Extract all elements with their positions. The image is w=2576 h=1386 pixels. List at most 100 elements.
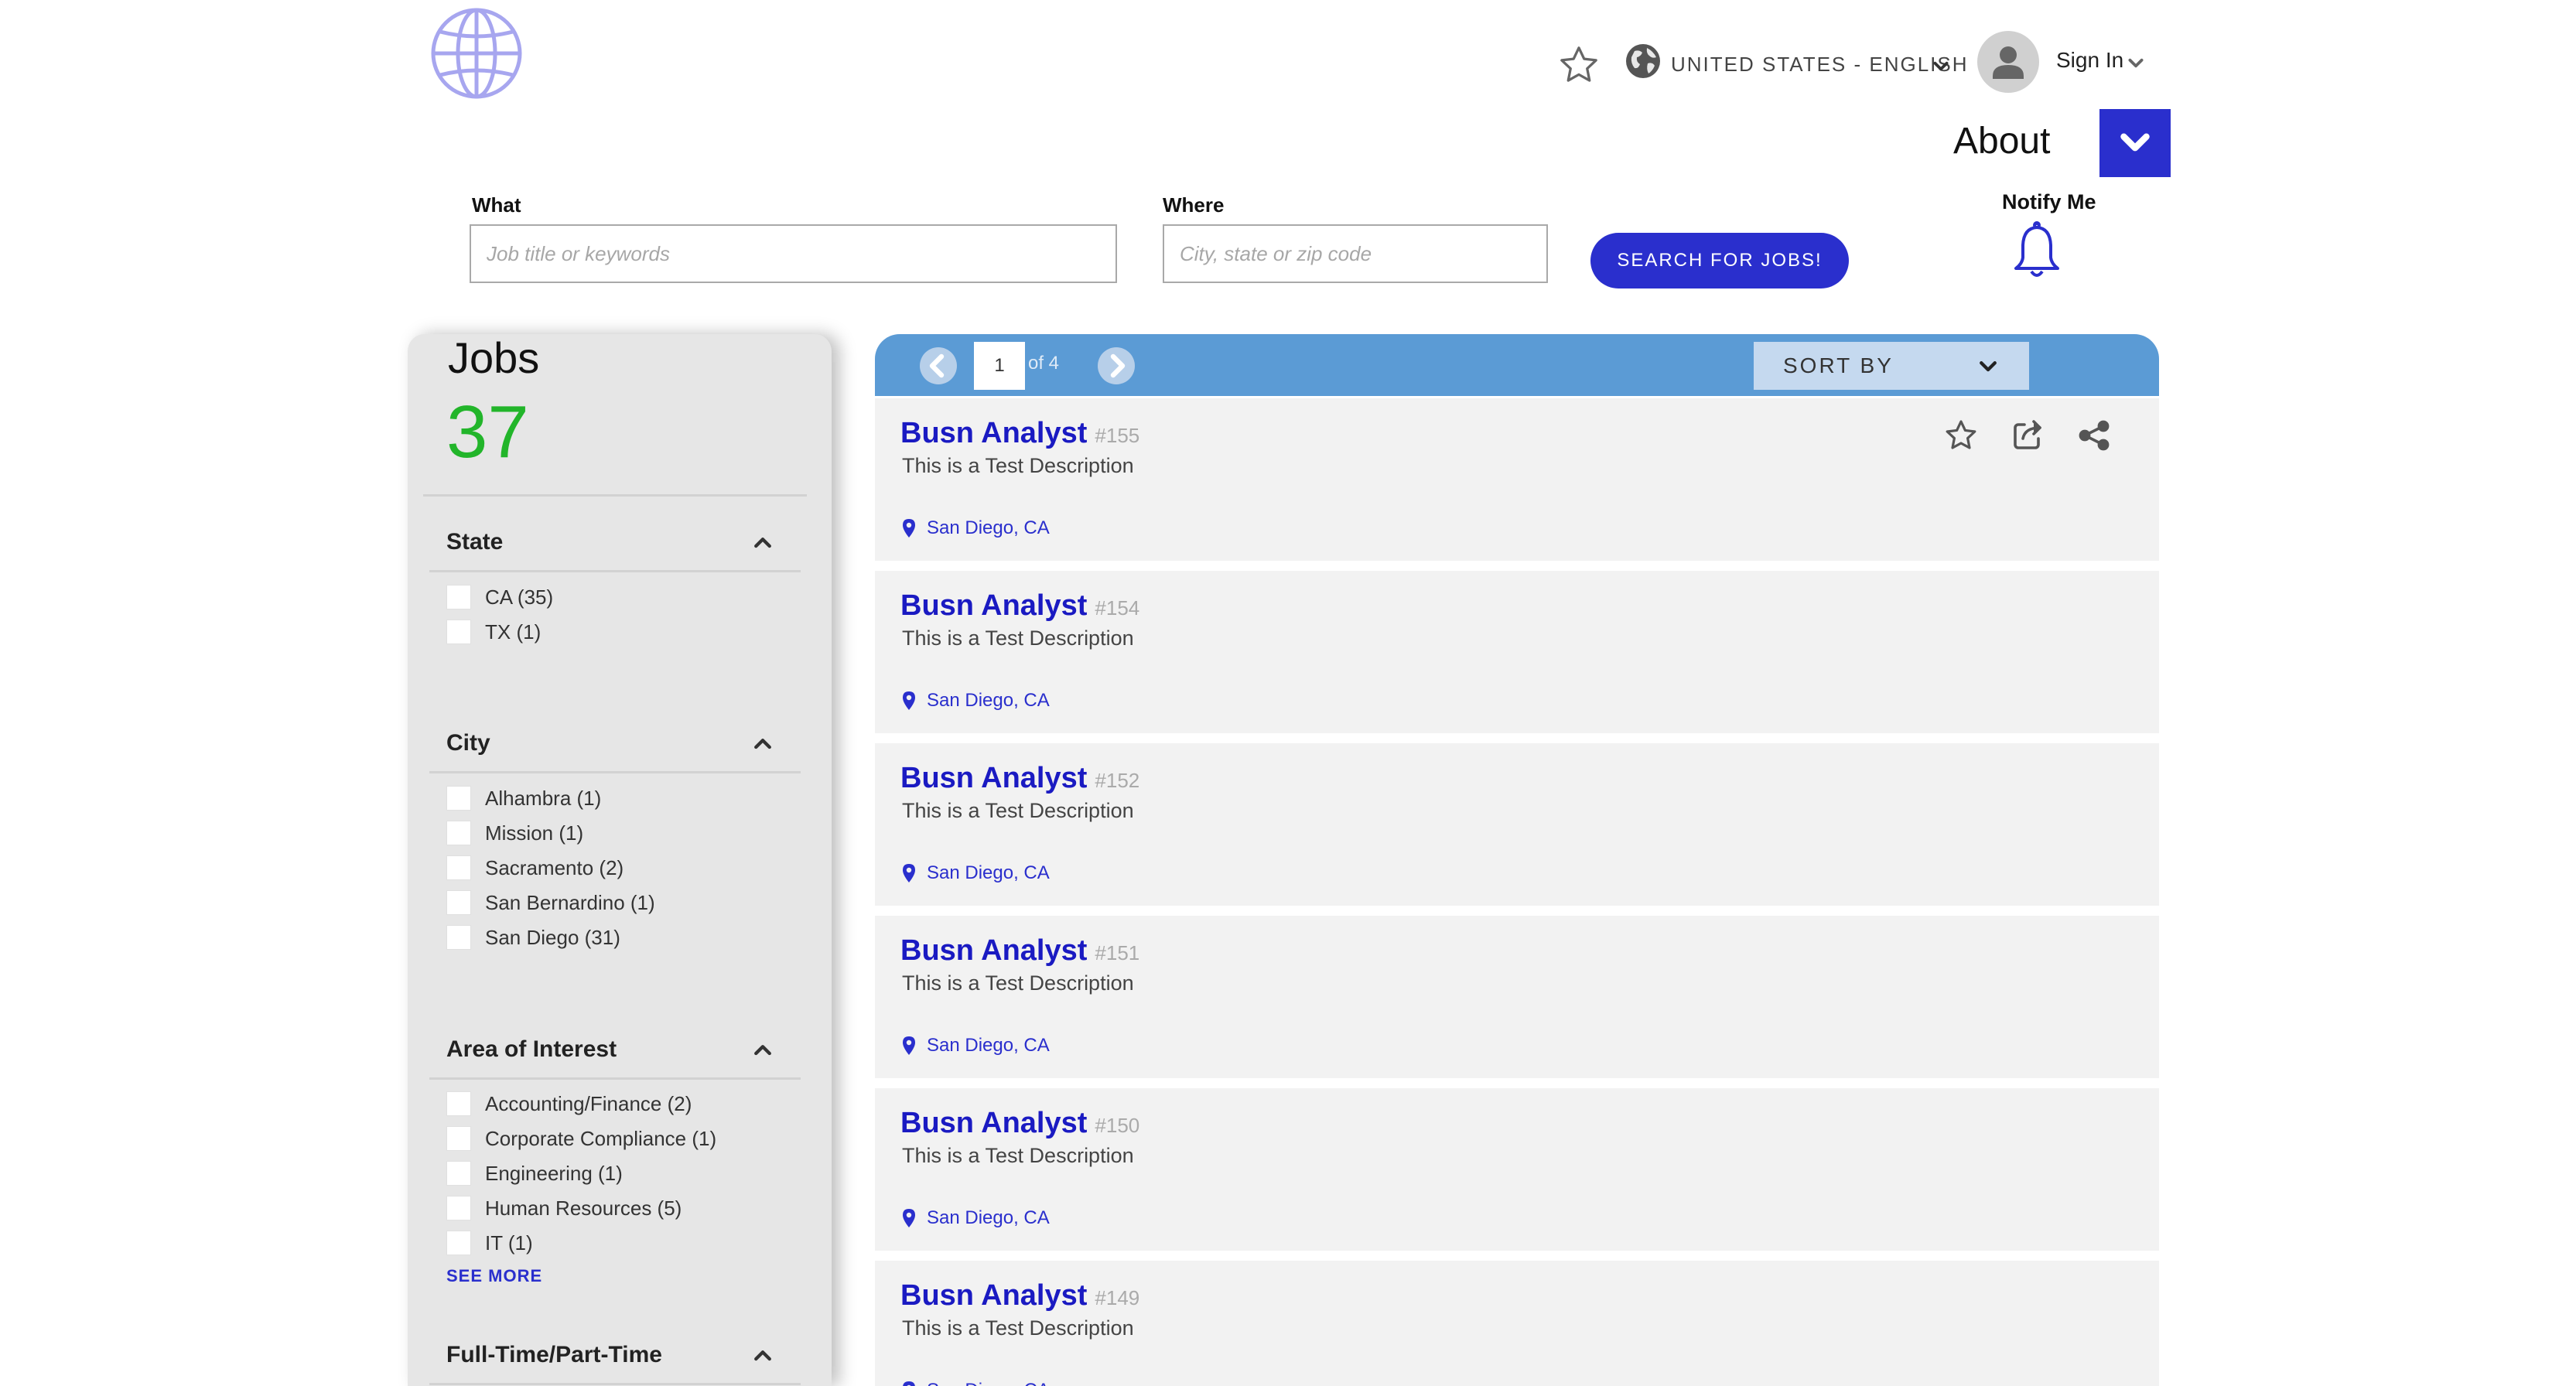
chevron-down-icon: [2116, 124, 2154, 162]
filter-option[interactable]: Human Resources (5): [446, 1193, 682, 1224]
job-title-link[interactable]: Busn Analyst #155: [900, 417, 1139, 450]
job-title-link[interactable]: Busn Analyst #152: [900, 762, 1139, 795]
job-location: San Diego, CA: [902, 1380, 1050, 1386]
job-card[interactable]: Busn Analyst #152 This is a Test Descript…: [875, 743, 2159, 906]
filter-option[interactable]: Sacramento (2): [446, 852, 624, 883]
divider: [429, 1077, 801, 1080]
map-pin-icon: [903, 519, 915, 538]
job-location: San Diego, CA: [902, 862, 1050, 884]
divider: [429, 570, 801, 572]
job-title-link[interactable]: Busn Analyst #149: [900, 1279, 1139, 1313]
job-description: This is a Test Description: [902, 1316, 1134, 1340]
filter-option[interactable]: Alhambra (1): [446, 783, 601, 814]
checkbox[interactable]: [446, 821, 471, 845]
chevron-up-icon[interactable]: [751, 1343, 774, 1367]
where-label: Where: [1163, 193, 1225, 217]
locale-selector[interactable]: UNITED STATES - ENGLISH: [1671, 53, 1969, 77]
map-pin-icon: [903, 1036, 915, 1055]
see-more-link[interactable]: SEE MORE: [446, 1266, 542, 1286]
bell-icon[interactable]: [2010, 220, 2064, 281]
sign-in-link[interactable]: Sign In: [2056, 48, 2123, 73]
job-location-text: San Diego, CA: [927, 1207, 1050, 1228]
filter-option[interactable]: CA (35): [446, 582, 553, 613]
job-title[interactable]: Busn Analyst: [900, 417, 1087, 449]
chevron-up-icon[interactable]: [751, 1038, 774, 1061]
chevron-down-icon[interactable]: [1931, 56, 1951, 76]
next-page-button[interactable]: [1098, 347, 1135, 384]
checkbox[interactable]: [446, 1161, 471, 1186]
chevron-down-icon[interactable]: [2126, 53, 2146, 73]
globe-logo-icon[interactable]: [429, 6, 524, 101]
job-card[interactable]: Busn Analyst #151 This is a Test Descript…: [875, 916, 2159, 1078]
results-toolbar: of 4 SORT BY: [875, 334, 2159, 396]
filter-option[interactable]: Accounting/Finance (2): [446, 1088, 692, 1119]
checkbox[interactable]: [446, 786, 471, 811]
job-number: #154: [1095, 596, 1140, 620]
job-title[interactable]: Busn Analyst: [900, 934, 1087, 967]
job-title-link[interactable]: Busn Analyst #151: [900, 934, 1139, 968]
checkbox[interactable]: [446, 855, 471, 880]
state-filter-title[interactable]: State: [446, 529, 503, 555]
job-location-text: San Diego, CA: [927, 690, 1050, 711]
filter-option[interactable]: TX (1): [446, 616, 541, 647]
job-card[interactable]: Busn Analyst #154 This is a Test Descript…: [875, 571, 2159, 733]
job-title[interactable]: Busn Analyst: [900, 1107, 1087, 1139]
filter-option[interactable]: San Diego (31): [446, 922, 620, 953]
chevron-right-icon: [1098, 347, 1135, 384]
job-location: San Diego, CA: [902, 1207, 1050, 1229]
prev-page-button[interactable]: [920, 347, 957, 384]
map-pin-icon: [903, 1381, 915, 1386]
favorites-star-icon[interactable]: [1557, 43, 1601, 87]
checkbox[interactable]: [446, 1196, 471, 1220]
star-icon[interactable]: [1942, 417, 1980, 454]
job-title[interactable]: Busn Analyst: [900, 762, 1087, 794]
share-icon[interactable]: [2075, 417, 2113, 454]
search-jobs-button[interactable]: SEARCH FOR JOBS!: [1590, 233, 1849, 288]
what-label: What: [472, 193, 521, 217]
filter-option[interactable]: Engineering (1): [446, 1158, 623, 1189]
checkbox[interactable]: [446, 890, 471, 915]
job-location-text: San Diego, CA: [927, 1035, 1050, 1056]
filter-option[interactable]: Mission (1): [446, 818, 583, 848]
notify-me-label: Notify Me: [2002, 190, 2096, 213]
job-title-link[interactable]: Busn Analyst #154: [900, 589, 1139, 623]
checkbox[interactable]: [446, 1231, 471, 1255]
fulltime-filter-title[interactable]: Full-Time/Part-Time: [446, 1342, 662, 1368]
user-avatar-icon[interactable]: [1977, 31, 2039, 93]
filter-option[interactable]: San Bernardino (1): [446, 887, 655, 918]
about-menu-button[interactable]: [2099, 109, 2171, 177]
job-card[interactable]: Busn Analyst #149 This is a Test Descript…: [875, 1261, 2159, 1386]
chevron-down-icon: [1976, 354, 2000, 377]
job-number: #149: [1095, 1286, 1140, 1309]
language-globe-icon[interactable]: [1625, 43, 1661, 79]
job-location: San Diego, CA: [902, 517, 1050, 539]
jobs-heading: Jobs: [448, 334, 540, 382]
filters-sidebar: Jobs 37 State CA (35) TX (1) City Alhamb…: [408, 334, 832, 1386]
filter-option[interactable]: IT (1): [446, 1227, 533, 1258]
what-input[interactable]: [470, 224, 1117, 283]
job-card[interactable]: Busn Analyst #150 This is a Test Descript…: [875, 1088, 2159, 1251]
page-number-input[interactable]: [974, 342, 1025, 390]
sort-by-dropdown[interactable]: SORT BY: [1754, 342, 2029, 390]
page-total: of 4: [1028, 353, 1060, 374]
share-box-icon[interactable]: [2009, 417, 2046, 454]
checkbox[interactable]: [446, 1126, 471, 1151]
job-title-link[interactable]: Busn Analyst #150: [900, 1107, 1139, 1140]
chevron-up-icon[interactable]: [751, 732, 774, 755]
chevron-left-icon: [920, 347, 957, 384]
city-filter-title[interactable]: City: [446, 730, 490, 756]
checkbox[interactable]: [446, 1091, 471, 1116]
checkbox[interactable]: [446, 620, 471, 644]
interest-filter-title[interactable]: Area of Interest: [446, 1036, 617, 1063]
job-title[interactable]: Busn Analyst: [900, 589, 1087, 622]
filter-option[interactable]: Corporate Compliance (1): [446, 1123, 716, 1154]
chevron-up-icon[interactable]: [751, 531, 774, 554]
divider: [423, 494, 807, 497]
jobs-count: 37: [446, 391, 529, 473]
checkbox[interactable]: [446, 925, 471, 950]
job-title[interactable]: Busn Analyst: [900, 1279, 1087, 1312]
job-number: #151: [1095, 941, 1140, 964]
where-input[interactable]: [1163, 224, 1548, 283]
checkbox[interactable]: [446, 585, 471, 609]
job-card[interactable]: Busn Analyst #155 This is a Test Descript…: [875, 398, 2159, 561]
